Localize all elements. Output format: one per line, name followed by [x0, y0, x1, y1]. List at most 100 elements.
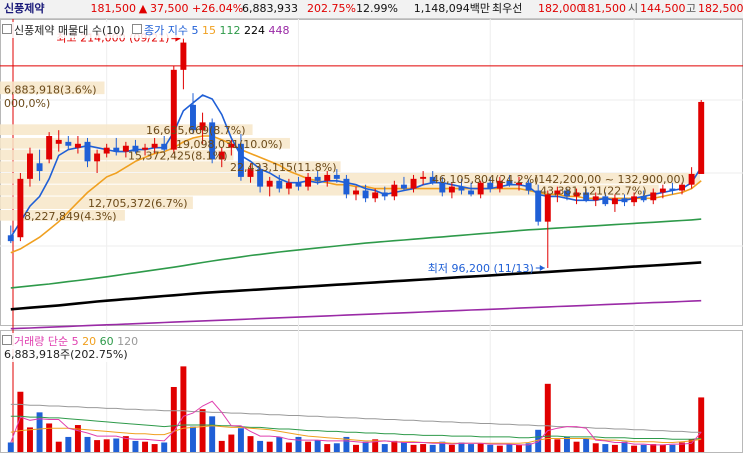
candle-body — [7, 235, 14, 242]
candle-body — [266, 180, 273, 187]
chart-area[interactable]: 최고 214,000 (09/21)최저 96,200 (11/13)6,883… — [0, 19, 743, 453]
volume-ma120-line — [10, 403, 702, 433]
ma112-line — [10, 218, 702, 289]
checkbox-icon[interactable] — [132, 24, 143, 34]
checkbox-icon[interactable] — [2, 24, 12, 34]
volume-bar — [190, 426, 196, 452]
current-price: 181,500 — [90, 2, 137, 15]
volume-bar — [237, 428, 244, 452]
candle-body — [285, 182, 292, 189]
volume-bar — [257, 440, 264, 452]
volume-bar — [611, 444, 618, 452]
volume-bar — [180, 366, 187, 452]
candle-body — [65, 141, 72, 146]
volume-bar — [429, 444, 436, 452]
volume-bar — [592, 443, 599, 452]
volume-bar — [420, 444, 427, 452]
candle-body — [468, 190, 475, 195]
volume-bar — [353, 444, 359, 452]
volume-bar — [487, 444, 494, 452]
volume-bar — [583, 438, 590, 452]
volume-bar — [209, 416, 216, 452]
candle-body — [410, 178, 417, 189]
price-change: 37,500 +26.04% — [150, 2, 244, 15]
candle-body — [295, 182, 302, 187]
profile-label: 12,705,372(6.7%) — [88, 197, 188, 210]
candle-body — [372, 192, 379, 199]
candle-body — [688, 173, 695, 185]
volume-bar — [7, 442, 14, 452]
candle-body — [314, 176, 321, 181]
volume-bar — [324, 444, 331, 452]
stock-name[interactable]: 신풍제약 — [0, 0, 84, 18]
volume-bar — [631, 445, 638, 452]
ma-period-5[interactable]: 5 — [192, 24, 199, 37]
low-arrow-icon — [539, 264, 545, 271]
volume-bar — [218, 440, 225, 452]
volume-bar — [602, 444, 609, 452]
profile-label: 22,433,115(11.8%) — [230, 161, 337, 174]
candle-body — [400, 184, 407, 189]
volume-ma5-line — [10, 400, 702, 446]
profile-label: 46,105,804(24.2%) — [432, 173, 539, 186]
volume-bar — [161, 442, 168, 452]
volume-bar — [448, 444, 455, 452]
volume-bar — [468, 444, 475, 452]
candle-body — [458, 186, 465, 191]
volume-bar — [266, 441, 273, 452]
volume-bar — [151, 444, 158, 452]
volume-bar — [506, 444, 513, 452]
candle-body — [55, 139, 62, 144]
volume-bar — [381, 444, 388, 452]
candle-body — [276, 180, 283, 189]
candle-body — [544, 194, 551, 222]
candle-body — [353, 190, 359, 195]
volume-bar — [228, 434, 235, 452]
best-bid: 181,500 — [580, 2, 627, 15]
candle-body — [420, 176, 427, 179]
candle-body — [362, 190, 369, 199]
candle-body — [84, 141, 91, 162]
volume-bar — [170, 386, 177, 452]
candle-body — [103, 147, 110, 154]
profile-label: 16,635,669(8.7%) — [146, 124, 246, 137]
ma-label[interactable]: 종가 지수 — [144, 24, 188, 37]
candle-body — [94, 153, 101, 162]
volume-bar — [698, 397, 705, 452]
volume-bar — [132, 440, 139, 452]
best-ask: 182,000 — [538, 2, 584, 15]
candle-body — [448, 186, 455, 193]
high-label: 고 — [685, 2, 697, 15]
volume-bar — [573, 441, 580, 452]
candle-body — [36, 163, 43, 172]
candle-body — [113, 147, 120, 152]
candle-body — [698, 101, 705, 174]
trade-amount: 1,148,094백만 — [413, 2, 490, 15]
ma-period-112[interactable]: 112 — [216, 24, 241, 37]
candle-body — [305, 176, 312, 187]
grid — [0, 19, 743, 453]
candle-body — [74, 143, 81, 148]
low-annotation: 최저 96,200 (11/13) — [428, 262, 534, 275]
volume-bar — [285, 442, 292, 452]
ma-periods: 5 15 112 224 448 — [192, 24, 290, 37]
trade-volume: 6,883,933 — [242, 2, 298, 15]
candle-body — [611, 198, 618, 205]
ma-period-448[interactable]: 448 — [265, 24, 290, 37]
ma-period-224[interactable]: 224 — [241, 24, 265, 37]
high-price: 182,500 — [698, 2, 743, 15]
price-legend: 신풍제약 매물대 수(10) 종가 지수 5 15 112 224 448 — [2, 22, 290, 38]
volume-bar — [247, 436, 254, 452]
candle-body — [650, 192, 657, 201]
volume-bar — [65, 436, 72, 452]
volume-bar — [199, 409, 206, 452]
volume-bar — [295, 436, 302, 452]
volume-bar — [640, 444, 647, 452]
profile-label: 000,0%) — [4, 97, 50, 110]
volume-bar — [84, 436, 91, 452]
price-legend-title[interactable]: 신풍제약 매물대 수(10) — [14, 24, 125, 37]
volume-bar — [27, 427, 33, 452]
quote-header: 신풍제약 181,500 ▲ 37,500 +26.04% 6,883,933 … — [0, 0, 743, 19]
checkbox-icon[interactable] — [2, 335, 12, 345]
ma-period-15[interactable]: 15 — [199, 24, 216, 37]
